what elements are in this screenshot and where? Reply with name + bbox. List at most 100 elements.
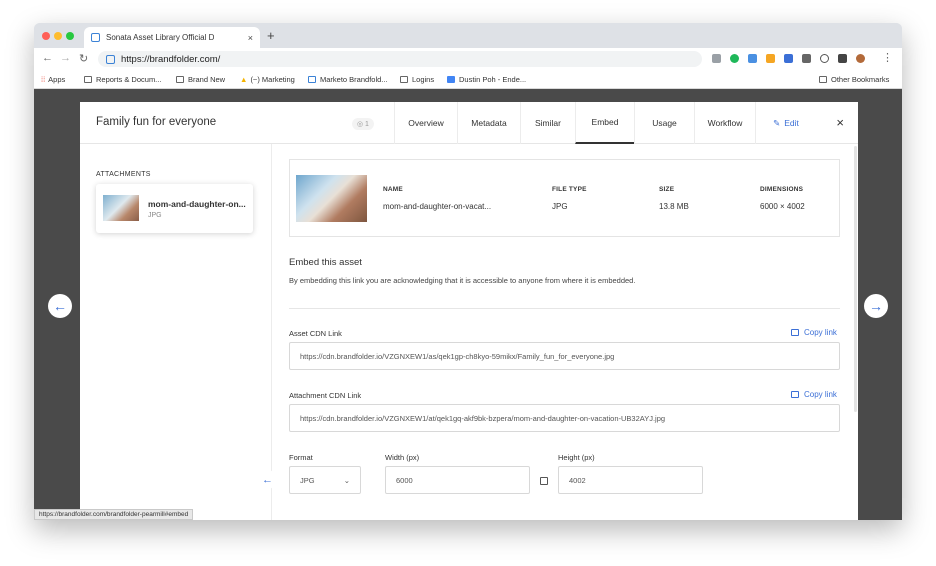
bookmark-icon [176, 76, 184, 83]
brandfolder-favicon-icon [91, 33, 100, 42]
extension-icon[interactable] [784, 54, 793, 63]
edit-button[interactable]: ✎ Edit [755, 102, 816, 144]
address-bar[interactable]: https://brandfolder.com/ [98, 51, 702, 67]
attachment-cdn-link: https://cdn.brandfolder.io/VZGNXEW1/at/q… [300, 413, 666, 423]
extension-icon[interactable] [802, 54, 811, 63]
aspect-lock-icon[interactable] [540, 477, 548, 485]
bookmark-label: Dustin Poh - Ende... [459, 75, 527, 84]
tab-metadata[interactable]: Metadata [457, 102, 520, 144]
attachment-type: JPG [148, 212, 162, 219]
bookmark-label: Apps [48, 75, 66, 84]
browser-window: Sonata Asset Library Official D × + ← → … [34, 23, 902, 520]
width-label: Width (px) [385, 453, 420, 462]
bookmark-marketo[interactable]: Marketo Brandfold... [308, 75, 388, 84]
format-value: JPG [300, 475, 315, 485]
bookmark-label: (~) Marketing [250, 75, 295, 84]
back-icon[interactable]: ← [42, 52, 53, 64]
content-scrollbar[interactable] [854, 146, 857, 412]
profile-avatar[interactable] [856, 54, 865, 63]
folder-icon [819, 76, 827, 83]
asset-title: Family fun for everyone [96, 116, 217, 128]
bookmark-label: Marketo Brandfold... [320, 75, 388, 84]
page-viewport: ← → Family fun for everyone ◎ 1 Overview… [34, 89, 902, 520]
browser-tab[interactable]: Sonata Asset Library Official D × [84, 27, 260, 48]
tab-title: Sonata Asset Library Official D [106, 33, 215, 42]
new-tab-button[interactable]: + [267, 28, 275, 43]
tab-embed[interactable]: Embed [575, 102, 634, 144]
extension-icon[interactable] [766, 54, 775, 63]
tab-strip: Sonata Asset Library Official D × + [34, 23, 902, 48]
bookmark-brand-new[interactable]: Brand New [176, 75, 225, 84]
extension-icon[interactable] [748, 54, 757, 63]
arrow-left-icon: ← [262, 473, 273, 486]
bookmark-dustin[interactable]: Dustin Poh - Ende... [447, 75, 526, 84]
bookmark-reports[interactable]: Reports & Docum... [84, 75, 161, 84]
attachments-sidebar: ATTACHMENTS mom-and-daughter-on... JPG [80, 144, 272, 520]
tab-workflow[interactable]: Workflow [694, 102, 755, 144]
tab-usage[interactable]: Usage [634, 102, 694, 144]
attachment-card[interactable]: mom-and-daughter-on... JPG [96, 184, 253, 233]
filetype-header: FILE TYPE [552, 186, 587, 193]
tab-similar[interactable]: Similar [520, 102, 575, 144]
bookmark-label: Logins [412, 75, 435, 84]
window-maximize-dot[interactable] [66, 32, 74, 40]
copy-attachment-link-button[interactable]: Copy link [791, 390, 837, 399]
name-header: NAME [383, 186, 403, 193]
status-bar-url: https://brandfolder.com/brandfolder-pear… [34, 509, 194, 520]
asset-cdn-link-field[interactable]: https://cdn.brandfolder.io/VZGNXEW1/as/q… [289, 342, 840, 370]
bookmark-apps[interactable]: ⁞⁞ Apps [41, 75, 65, 84]
size-header: SIZE [659, 186, 675, 193]
extension-icon[interactable] [712, 54, 721, 63]
bookmark-other[interactable]: Other Bookmarks [819, 75, 889, 84]
asset-modal: Family fun for everyone ◎ 1 Overview Met… [80, 102, 858, 520]
section-divider [289, 308, 840, 309]
attachments-heading: ATTACHMENTS [96, 171, 151, 178]
bookmarks-bar: ⁞⁞ Apps Reports & Docum... Brand New ▲ (… [34, 70, 902, 89]
bookmark-label: Reports & Docum... [96, 75, 162, 84]
attachment-name: mom-and-daughter-on... [148, 199, 246, 209]
window-minimize-dot[interactable] [54, 32, 62, 40]
doc-icon [447, 76, 455, 83]
embed-description: By embedding this link you are acknowled… [289, 276, 636, 285]
browser-toolbar: ← → ↻ https://brandfolder.com/ ⋮ [34, 48, 902, 70]
copy-label: Copy link [804, 328, 837, 337]
close-modal-icon[interactable]: × [836, 115, 844, 130]
info-icon[interactable] [820, 54, 829, 63]
width-input[interactable]: 6000 [385, 466, 530, 494]
views-badge: ◎ 1 [352, 118, 374, 130]
tab-label: Metadata [471, 118, 507, 128]
next-asset-button[interactable]: → [864, 294, 888, 318]
height-value: 4002 [569, 475, 586, 485]
asset-thumbnail [296, 175, 367, 222]
height-input[interactable]: 4002 [558, 466, 703, 494]
arrow-right-icon: → [869, 298, 883, 314]
bookmark-marketing[interactable]: ▲ (~) Marketing [240, 75, 295, 84]
edit-label: Edit [784, 118, 799, 128]
bookmark-label: Other Bookmarks [831, 75, 890, 84]
format-label: Format [289, 453, 313, 462]
format-select[interactable]: JPG ⌄ [289, 466, 361, 494]
menu-kebab-icon[interactable]: ⋮ [882, 51, 893, 64]
forward-icon[interactable]: → [60, 52, 71, 64]
apps-grid-icon: ⁞⁞ [41, 75, 46, 84]
reload-icon[interactable]: ↻ [79, 52, 88, 65]
bookmark-logins[interactable]: Logins [400, 75, 434, 84]
grammarly-icon[interactable] [730, 54, 739, 63]
tab-label: Similar [535, 118, 561, 128]
tab-close-icon[interactable]: × [248, 33, 253, 43]
attachment-cdn-link-field[interactable]: https://cdn.brandfolder.io/VZGNXEW1/at/q… [289, 404, 840, 432]
tab-label: Workflow [707, 118, 743, 128]
pencil-icon: ✎ [773, 117, 781, 128]
width-value: 6000 [396, 475, 413, 485]
dimensions-header: DIMENSIONS [760, 186, 804, 193]
dimensions-value: 6000 × 4002 [760, 202, 805, 211]
folder-icon [84, 76, 92, 83]
modal-header: Family fun for everyone ◎ 1 Overview Met… [80, 102, 858, 144]
window-close-dot[interactable] [42, 32, 50, 40]
collapse-sidebar-button[interactable]: ← [258, 470, 277, 489]
tab-overview[interactable]: Overview [394, 102, 457, 144]
copy-label: Copy link [804, 390, 837, 399]
previous-asset-button[interactable]: ← [48, 294, 72, 318]
copy-asset-link-button[interactable]: Copy link [791, 328, 837, 337]
puzzle-icon[interactable] [838, 54, 847, 63]
